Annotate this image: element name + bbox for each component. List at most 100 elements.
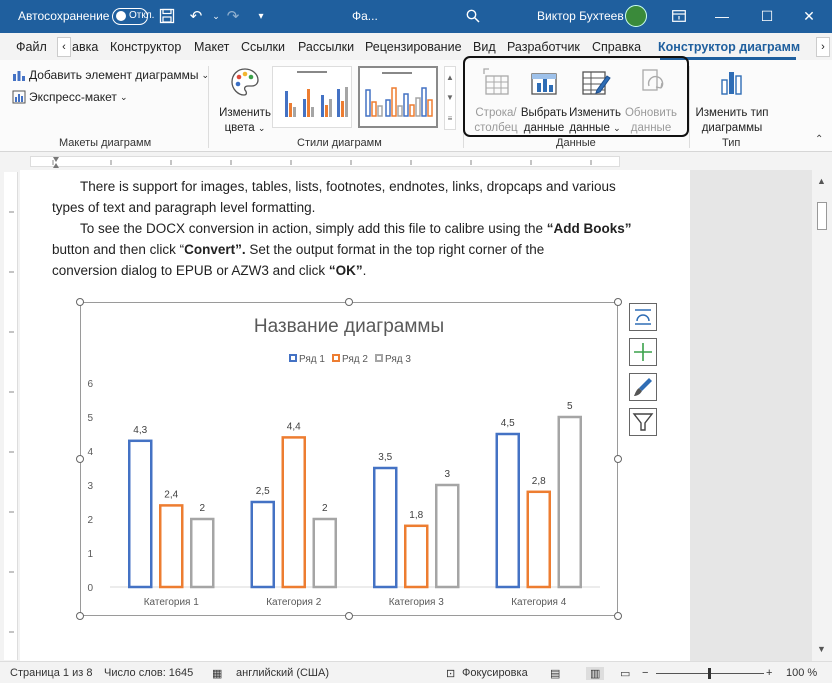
language[interactable]: английский (США)	[236, 667, 329, 679]
resize-handle-top-right[interactable]	[614, 298, 622, 306]
tab-view[interactable]: Вид	[473, 40, 496, 54]
change-colors-label-1: Изменить	[219, 107, 271, 119]
resize-handle-bottom[interactable]	[345, 612, 353, 620]
avatar[interactable]	[625, 5, 647, 27]
page-count[interactable]: Страница 1 из 8	[10, 667, 92, 679]
paragraph-2-text-b: button and then click “	[52, 242, 185, 257]
paragraph-2[interactable]: To see the DOCX conversion in action, si…	[52, 218, 642, 239]
resize-handle-top-left[interactable]	[76, 298, 84, 306]
tab-chart-design[interactable]: Конструктор диаграмм	[658, 40, 800, 54]
horizontal-ruler[interactable]	[0, 152, 832, 170]
word-count[interactable]: Число слов: 1645	[104, 667, 193, 679]
zoom-level[interactable]: 100 %	[786, 667, 817, 679]
tabs-scroll-left-icon[interactable]: ‹	[57, 37, 71, 57]
status-bar: Страница 1 из 8 Число слов: 1645 ▦ англи…	[0, 661, 832, 683]
resize-handle-bottom-left[interactable]	[76, 612, 84, 620]
vertical-ruler[interactable]	[4, 172, 18, 660]
more-icon[interactable]: ≡	[448, 114, 453, 123]
search-icon[interactable]	[462, 5, 484, 27]
add-chart-element-button[interactable]: Добавить элемент диаграммы ⌄	[12, 68, 209, 82]
zoom-slider-thumb[interactable]	[708, 668, 711, 679]
quick-layout-icon	[12, 90, 26, 104]
styles-gallery-scroll[interactable]: ▲ ▼ ≡	[444, 66, 456, 130]
paragraph-2-cont[interactable]: button and then click “Convert”. Set the…	[52, 239, 642, 260]
paragraph-1-line-2: types of text and paragraph level format…	[52, 200, 316, 215]
undo-icon[interactable]: ↶	[185, 5, 207, 27]
collapse-ribbon-icon[interactable]: ⌃	[815, 134, 823, 145]
chart-styles-button[interactable]	[629, 373, 657, 401]
change-chart-type-label-2: диаграммы	[701, 122, 763, 134]
chart-style-2-selected[interactable]	[358, 66, 438, 128]
resize-handle-right[interactable]	[614, 455, 622, 463]
quick-layout-button[interactable]: Экспресс-макет ⌄	[12, 90, 127, 104]
scroll-down-icon[interactable]: ▼	[817, 644, 826, 654]
zoom-in-icon[interactable]: +	[766, 667, 772, 679]
user-name[interactable]: Виктор Бухтеев	[537, 9, 624, 23]
autosave-toggle[interactable]: Откл.	[112, 8, 154, 25]
paragraph-2-text-e: .	[362, 263, 367, 278]
chart-object[interactable]	[80, 302, 618, 616]
chevron-down-icon[interactable]: ▼	[446, 93, 454, 102]
tab-layout[interactable]: Макет	[194, 40, 229, 54]
save-icon[interactable]	[156, 5, 178, 27]
close-button[interactable]: ✕	[794, 4, 824, 28]
change-colors-button[interactable]: Изменить цвета ⌄	[216, 66, 274, 136]
focus-mode[interactable]: Фокусировка	[462, 667, 528, 679]
group-label-layouts: Макеты диаграмм	[59, 137, 152, 149]
chart-styles-gallery	[272, 66, 444, 130]
zoom-out-icon[interactable]: −	[642, 667, 648, 679]
ribbon-display-options-icon[interactable]	[668, 5, 690, 27]
tab-developer[interactable]: Разработчик	[507, 40, 580, 54]
chart-elements-button[interactable]	[629, 338, 657, 366]
tab-help[interactable]: Справка	[592, 40, 641, 54]
autosave-state: Откл.	[129, 10, 155, 21]
paragraph-2-text-a: To see the DOCX conversion in action, si…	[80, 221, 547, 236]
brush-icon	[634, 378, 652, 396]
filter-icon	[632, 413, 654, 431]
paragraph-2-bold-convert: Convert”.	[184, 242, 246, 257]
print-layout-icon[interactable]: ▥	[586, 667, 605, 680]
customize-toolbar-icon[interactable]: ▾	[250, 5, 272, 27]
resize-handle-top[interactable]	[345, 298, 353, 306]
plus-icon	[634, 343, 652, 361]
change-chart-type-label-1: Изменить тип	[695, 107, 769, 119]
tab-edit[interactable]: авка	[72, 40, 98, 54]
paragraph-1-line-1: There is support for images, tables, lis…	[80, 179, 616, 194]
group-label-type: Тип	[722, 137, 741, 149]
chart-filters-button[interactable]	[629, 408, 657, 436]
chart-style-1[interactable]	[272, 66, 352, 128]
paragraph-1-cont[interactable]: types of text and paragraph level format…	[52, 197, 642, 218]
paragraph-2-cont-2[interactable]: conversion dialog to EPUB or AZW3 and cl…	[52, 260, 642, 281]
redo-icon[interactable]: ↷	[222, 5, 244, 27]
maximize-button[interactable]: ☐	[752, 4, 782, 28]
minimize-button[interactable]: —	[707, 4, 737, 28]
scrollbar-thumb[interactable]	[817, 202, 827, 230]
focus-icon[interactable]: ⊡	[446, 667, 455, 680]
quick-layout-label: Экспресс-макет	[29, 90, 117, 104]
group-separator	[689, 66, 690, 148]
scroll-up-icon[interactable]: ▲	[817, 176, 826, 186]
tabs-scroll-right-icon[interactable]: ›	[816, 37, 830, 57]
tab-review[interactable]: Рецензирование	[365, 40, 462, 54]
web-layout-icon[interactable]: ▭	[620, 667, 630, 680]
group-separator	[208, 66, 209, 148]
vertical-scrollbar[interactable]: ▲ ▼	[812, 170, 832, 661]
chart-title[interactable]: Название диаграммы	[80, 316, 618, 338]
palette-icon	[231, 68, 259, 96]
change-colors-label-2: цвета	[224, 122, 255, 134]
resize-handle-left[interactable]	[76, 455, 84, 463]
tab-mailings[interactable]: Рассылки	[298, 40, 354, 54]
tab-file[interactable]: Файл	[16, 40, 47, 54]
tab-design[interactable]: Конструктор	[110, 40, 181, 54]
tab-references[interactable]: Ссылки	[241, 40, 285, 54]
change-chart-type-button[interactable]: Изменить тип диаграммы	[693, 66, 771, 136]
group-label-styles: Стили диаграмм	[297, 137, 382, 149]
layout-options-button[interactable]	[629, 303, 657, 331]
paragraph-2-text-d: conversion dialog to EPUB or AZW3 and cl…	[52, 263, 329, 278]
resize-handle-bottom-right[interactable]	[614, 612, 622, 620]
paragraph-1[interactable]: There is support for images, tables, lis…	[52, 176, 642, 197]
read-mode-icon[interactable]: ▤	[550, 667, 560, 680]
proofing-icon[interactable]: ▦	[212, 667, 222, 680]
document-title: Фа...	[352, 9, 378, 23]
chevron-up-icon[interactable]: ▲	[446, 73, 454, 82]
